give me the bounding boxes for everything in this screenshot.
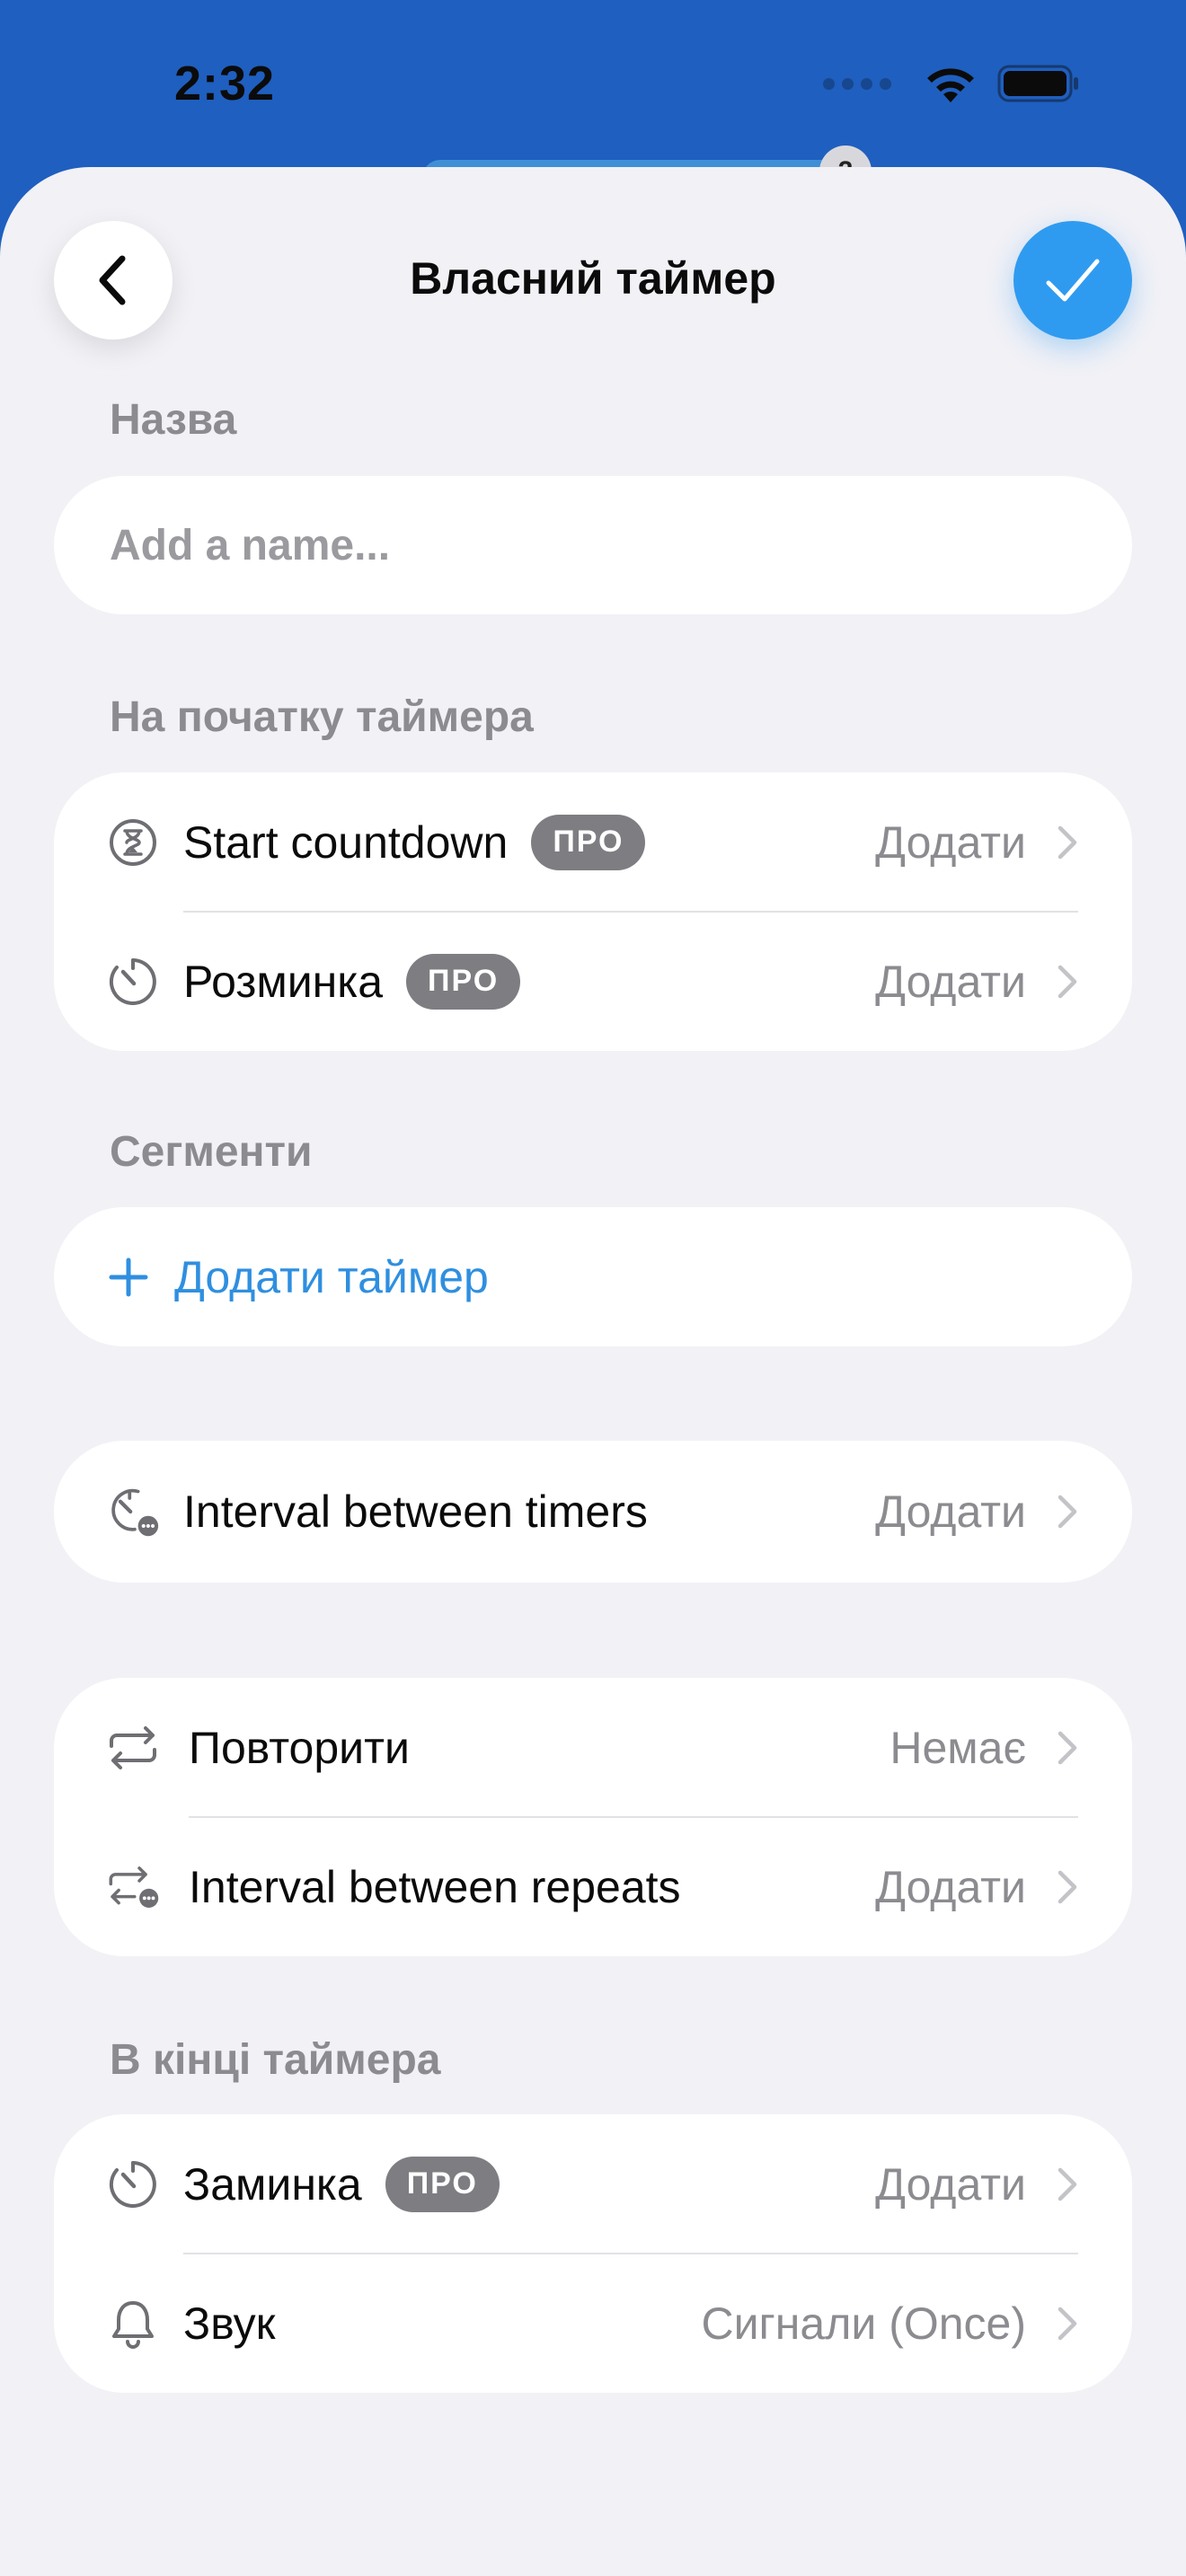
chevron-right-icon: [1058, 1870, 1077, 1903]
page-title: Власний таймер: [410, 253, 776, 304]
end-section-label: В кінці таймера: [110, 2036, 441, 2084]
wifi-icon: [927, 68, 974, 102]
interval-between-timers-row[interactable]: Interval between timers Додати: [54, 1442, 1132, 1581]
bell-icon: [106, 2297, 160, 2351]
name-section-label: Назва: [110, 396, 237, 444]
cellular-dots-icon: [823, 77, 891, 90]
segments-section-label: Сегменти: [110, 1128, 313, 1176]
chevron-right-icon: [1058, 1731, 1077, 1764]
chevron-right-icon: [1058, 965, 1077, 998]
segments-card: Додати таймер: [54, 1207, 1132, 1346]
pro-badge: ПРО: [385, 2156, 500, 2212]
plus-icon: [108, 1257, 149, 1298]
confirm-button[interactable]: [1013, 221, 1132, 340]
warmup-value: Додати: [875, 956, 1026, 1007]
add-timer-label: Додати таймер: [174, 1251, 489, 1302]
cooldown-row[interactable]: Заминка ПРО Додати: [54, 2114, 1132, 2254]
interval-between-repeats-row[interactable]: Interval between repeats Додати: [54, 1817, 1132, 1956]
start-countdown-row[interactable]: Start countdown ПРО Додати: [54, 772, 1132, 912]
end-card: Заминка ПРО Додати Звук Сигнали (Once): [54, 2114, 1132, 2393]
cooldown-label: Заминка: [183, 2158, 362, 2210]
start-countdown-value: Додати: [875, 816, 1026, 868]
repeat-icon: [106, 1721, 160, 1775]
custom-timer-sheet: Власний таймер Назва На початку таймера …: [0, 167, 1186, 2576]
repeat-label: Повторити: [189, 1722, 410, 1773]
interval-between-timers-label: Interval between timers: [183, 1486, 648, 1537]
interval-between-repeats-label: Interval between repeats: [189, 1861, 681, 1912]
checkmark-icon: [1046, 259, 1100, 302]
battery-icon: [997, 65, 1078, 102]
repeat-row[interactable]: Повторити Немає: [54, 1678, 1132, 1817]
repeat-card: Повторити Немає Interval between repeats…: [54, 1678, 1132, 1956]
sound-label: Звук: [183, 2298, 276, 2349]
sound-value: Сигнали (Once): [701, 2298, 1027, 2349]
sound-row[interactable]: Звук Сигнали (Once): [54, 2254, 1132, 2393]
timer-icon: [106, 955, 160, 1009]
chevron-right-icon: [1058, 2307, 1077, 2340]
start-card: Start countdown ПРО Додати Розминка ПРО …: [54, 772, 1132, 1051]
start-countdown-label: Start countdown: [183, 816, 509, 868]
add-timer-button[interactable]: Додати таймер: [108, 1207, 489, 1346]
chevron-right-icon: [1058, 1495, 1077, 1528]
repeat-value: Немає: [890, 1722, 1026, 1773]
chevron-right-icon: [1058, 825, 1077, 859]
pro-badge: ПРО: [531, 814, 646, 870]
name-input[interactable]: [110, 476, 1080, 614]
cooldown-value: Додати: [875, 2158, 1026, 2210]
warmup-row[interactable]: Розминка ПРО Додати: [54, 912, 1132, 1051]
status-time: 2:32: [174, 57, 276, 110]
hourglass-icon: [106, 816, 160, 869]
interval-between-timers-value: Додати: [875, 1486, 1026, 1537]
pro-badge: ПРО: [406, 953, 521, 1010]
repeat-pause-icon: [106, 1860, 160, 1914]
start-section-label: На початку таймера: [110, 693, 534, 741]
interval-card: Interval between timers Додати: [54, 1441, 1132, 1583]
name-card: [54, 476, 1132, 614]
chevron-right-icon: [1058, 2167, 1077, 2201]
interval-between-repeats-value: Додати: [875, 1861, 1026, 1912]
status-bar: 2:32: [0, 0, 1186, 171]
timer-icon: [106, 2157, 160, 2211]
timer-pause-icon: [106, 1485, 160, 1539]
status-icons: [823, 63, 1080, 104]
warmup-label: Розминка: [183, 956, 384, 1007]
